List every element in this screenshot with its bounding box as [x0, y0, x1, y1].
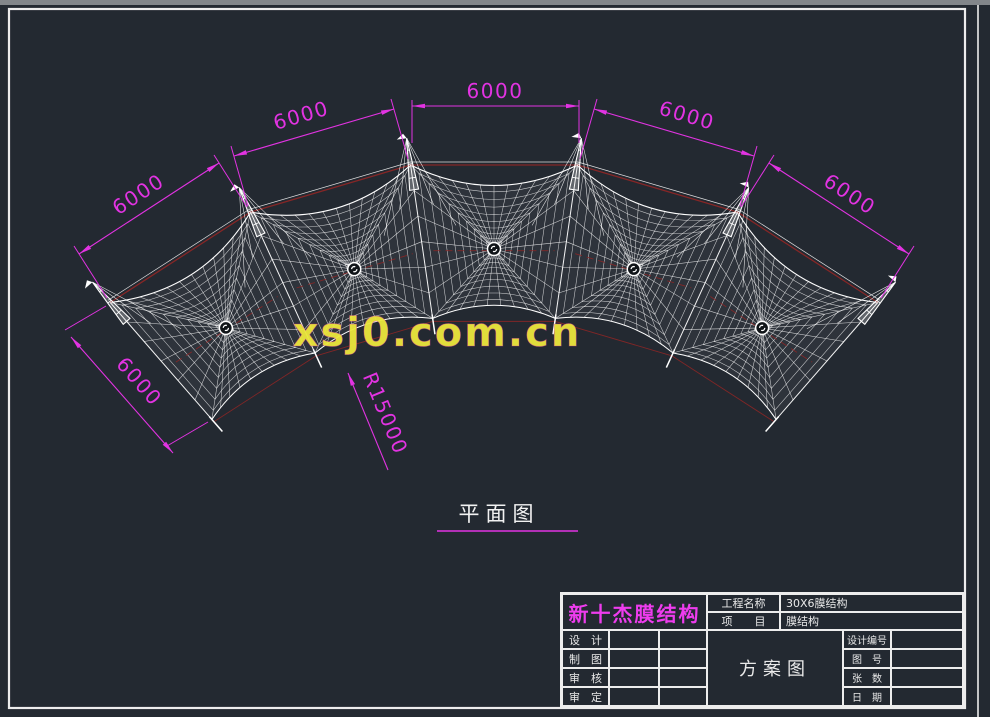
titleblock-item-label: 项 目 [707, 612, 780, 630]
dimension-arrow [71, 337, 81, 348]
cone-hub-icon [219, 321, 232, 334]
titleblock-sheet-count-label: 张 数 [843, 668, 891, 687]
titleblock-sign-check: 审 核 [562, 668, 609, 687]
titleblock-cell-empty [609, 668, 659, 687]
titleblock-cell-empty [891, 649, 963, 668]
titleblock-cell-empty [659, 649, 707, 668]
dimension-text: 6000 [111, 352, 167, 411]
titleblock-cell-empty [659, 668, 707, 687]
titleblock-sign-design: 设 计 [562, 630, 609, 649]
membrane-structure-plan [85, 133, 897, 432]
membrane-module-3 [410, 162, 578, 321]
dimension-text: 6000 [108, 169, 169, 220]
titleblock-project-name-value: 30X6膜结构 [780, 594, 963, 612]
mast-rung [408, 164, 412, 165]
plan-view-caption: 平面图 [437, 502, 578, 531]
titleblock-sheet-title: 方案图 [707, 630, 843, 706]
dimension-arrow [348, 373, 355, 386]
extension-line [65, 306, 106, 330]
mast-pennant [85, 280, 93, 288]
extension-line [391, 99, 408, 159]
titleblock-project-name-label: 工程名称 [707, 594, 780, 612]
dimension-arrow [234, 150, 247, 156]
titleblock-cell-empty [891, 687, 963, 706]
radius-dimension: R15000 [348, 369, 413, 470]
extension-line [580, 99, 597, 159]
anchor-tick [209, 416, 222, 431]
extension-line [167, 422, 208, 446]
titleblock-cell-empty [659, 630, 707, 649]
cone-hub-icon [348, 263, 361, 276]
titleblock-cell-empty [609, 630, 659, 649]
dimension-arrow [769, 163, 781, 172]
titleblock-company: 新十杰膜结构 [562, 594, 707, 630]
titleblock-design-no-label: 设计编号 [843, 630, 891, 649]
cone-hub-icon [756, 321, 769, 334]
hub-ring [488, 243, 501, 256]
cad-application-window: 6000 6000 6000 6000 6000 6000 R15000 xsj0.com.c… [0, 0, 990, 717]
dimension-arrow [566, 104, 579, 109]
titleblock-date-label: 日 期 [843, 687, 891, 706]
titleblock-item-value: 膜结构 [780, 612, 963, 630]
dimension-arrow [741, 150, 754, 156]
titleblock-cell-empty [659, 687, 707, 706]
titleblock-cell-empty [891, 630, 963, 649]
titleblock-drawing-no-label: 图 号 [843, 649, 891, 668]
dimension-arrow [207, 163, 219, 172]
anchor-tick [766, 416, 779, 431]
mast-rung [575, 164, 579, 165]
extension-line [214, 155, 247, 207]
hub-ring [627, 263, 640, 276]
radius-text: R15000 [358, 369, 413, 458]
dimension-6000: 6000 [412, 79, 579, 143]
mast-pennant [571, 133, 581, 138]
dimension-text: 6000 [656, 96, 717, 135]
dimension-arrow [79, 245, 91, 254]
cone-hub-icon [488, 243, 501, 256]
anchor-tick [666, 349, 674, 367]
title-block: 新十杰膜结构 工程名称 30X6膜结构 项 目 膜结构 设 计 制 图 审 核 … [560, 592, 965, 708]
dimension-text: 6000 [270, 96, 331, 135]
mast-pennant [740, 182, 749, 188]
dimension-text: 6000 [467, 79, 524, 103]
dimension-arrow [381, 109, 394, 115]
hub-ring [219, 321, 232, 334]
window-top-edge [0, 0, 990, 5]
hub-ring [348, 263, 361, 276]
titleblock-sign-draw: 制 图 [562, 649, 609, 668]
plan-view-label: 平面图 [459, 502, 540, 526]
watermark-text: xsj0.com.cn [293, 310, 582, 356]
titleblock-sign-approve: 审 定 [562, 687, 609, 706]
dimension-text: 6000 [819, 169, 880, 220]
dimension-arrow [594, 109, 607, 115]
dimension-arrow [897, 245, 909, 254]
hub-ring [756, 321, 769, 334]
titleblock-cell-empty [609, 687, 659, 706]
dimension-arrow [412, 104, 425, 109]
titleblock-cell-empty [609, 649, 659, 668]
titleblock-cell-empty [891, 668, 963, 687]
extension-line [741, 155, 774, 207]
cone-hub-icon [627, 263, 640, 276]
